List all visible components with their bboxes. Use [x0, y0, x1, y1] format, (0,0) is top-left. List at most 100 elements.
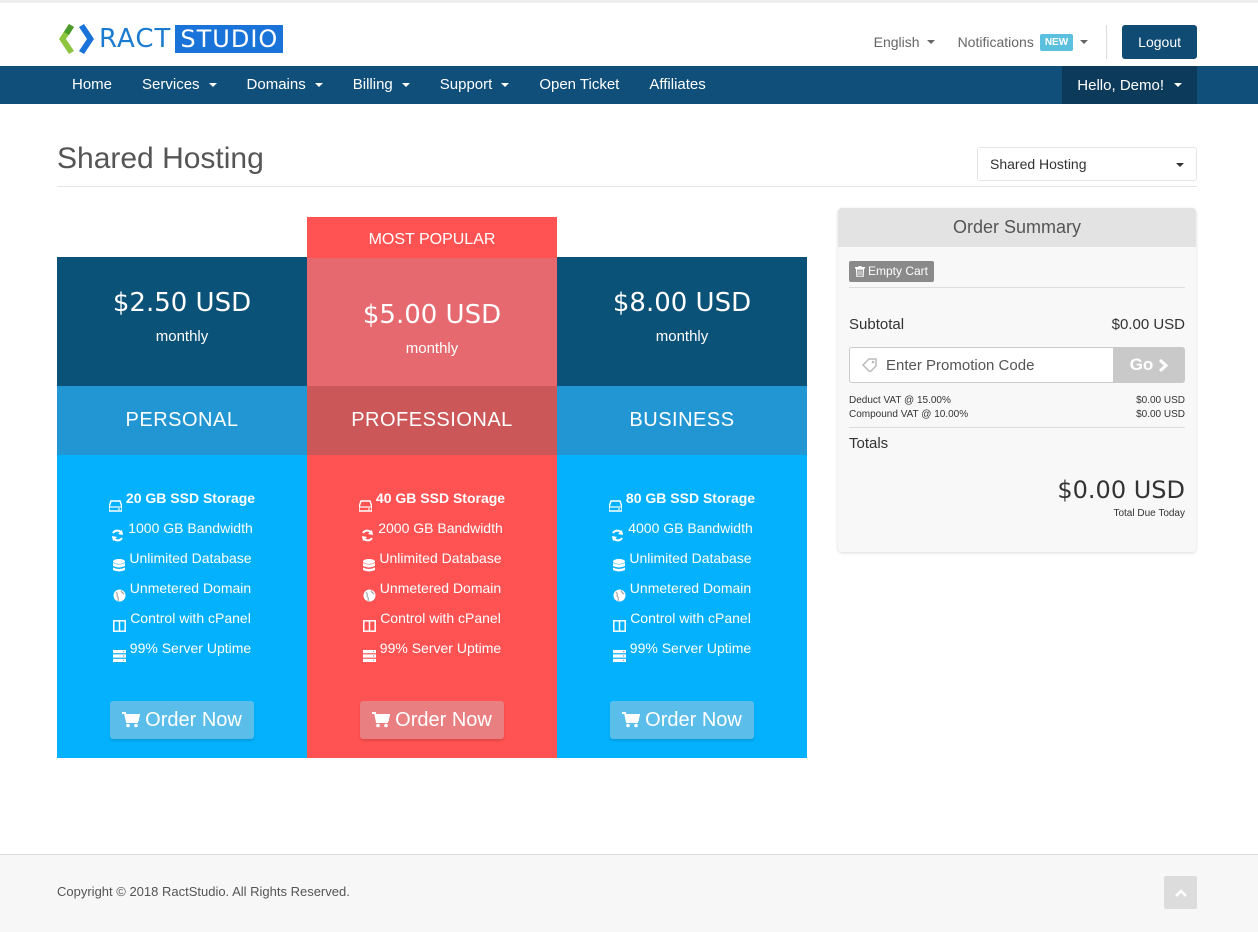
promo-code-input[interactable]: Enter Promotion Code: [849, 347, 1113, 383]
tag-icon: [862, 358, 877, 372]
plan-feature: Unlimited Database: [57, 543, 307, 573]
plan-price-area: $2.50 USD monthly: [57, 288, 307, 345]
category-select-value: Shared Hosting: [990, 156, 1087, 172]
plan-feature: 4000 GB Bandwidth: [557, 513, 807, 543]
tax-row: Deduct VAT @ 15.00% $0.00 USD: [849, 395, 1185, 406]
order-now-button[interactable]: Order Now: [360, 701, 504, 739]
plan-features-panel: 40 GB SSD Storage 2000 GB Bandwidth Unli…: [307, 455, 557, 758]
plan-feature-text: 20 GB SSD Storage: [125, 490, 256, 506]
chevron-down-icon: [314, 83, 323, 87]
chevron-down-icon: [1174, 83, 1182, 87]
plan-feature-text: 1000 GB Bandwidth: [128, 520, 253, 536]
nav-menu: Home Services Domains Billing Support Open Ti…: [57, 66, 721, 104]
plan-price: $8.00 USD: [612, 288, 752, 318]
plan-feature: Unlimited Database: [557, 543, 807, 573]
plan-feature-text: 80 GB SSD Storage: [625, 490, 756, 506]
plan-feature: 80 GB SSD Storage: [557, 483, 807, 513]
database-icon: [362, 552, 375, 571]
plan-feature-text: Control with cPanel: [630, 610, 751, 626]
nav-item-domains[interactable]: Domains: [232, 66, 338, 104]
nav-item-home[interactable]: Home: [57, 66, 127, 104]
chevron-up-icon: [1174, 888, 1187, 897]
notifications-dropdown[interactable]: Notifications NEW: [957, 33, 1089, 51]
nav-item-services[interactable]: Services: [127, 66, 232, 104]
promo-code-placeholder: Enter Promotion Code: [886, 356, 1035, 374]
plan-feature: Unmetered Domain: [557, 573, 807, 603]
header-actions: English Notifications NEW Logout: [874, 25, 1197, 59]
logo-text-studio: STUDIO: [175, 25, 284, 53]
order-now-label: Order Now: [395, 708, 492, 731]
nav-item-billing[interactable]: Billing: [338, 66, 425, 104]
brand-logo[interactable]: RACT STUDIO: [57, 22, 284, 56]
plan-feature-text: Unlimited Database: [379, 550, 502, 566]
nav-item-label: Affiliates: [649, 76, 706, 93]
plan-feature: 99% Server Uptime: [57, 633, 307, 663]
empty-cart-button[interactable]: Empty Cart: [849, 261, 935, 282]
header-divider: [1106, 25, 1108, 59]
total-due-label: Total Due Today: [1113, 508, 1185, 519]
most-popular-banner: MOST POPULAR: [307, 217, 557, 258]
plan-billing-cycle: monthly: [155, 328, 209, 345]
chevron-down-icon: [501, 83, 510, 87]
plan-feature: Unmetered Domain: [307, 573, 557, 603]
back-to-top-button[interactable]: [1164, 876, 1197, 909]
summary-divider: [849, 287, 1185, 288]
tax-value: $0.00 USD: [1136, 395, 1185, 406]
nav-item-label: Billing: [352, 76, 393, 93]
page-title: Shared Hosting: [57, 142, 264, 175]
subtotal-label: Subtotal: [849, 316, 905, 333]
nav-item-affiliates[interactable]: Affiliates: [634, 66, 720, 104]
promo-code-group: Enter Promotion Code Go: [849, 347, 1185, 383]
order-now-label: Order Now: [145, 708, 242, 731]
plan-feature: Control with cPanel: [557, 603, 807, 633]
user-menu[interactable]: Hello, Demo!: [1062, 66, 1197, 104]
order-now-button[interactable]: Order Now: [110, 701, 254, 739]
plan-name: BUSINESS: [557, 386, 807, 455]
plan-feature-text: 99% Server Uptime: [129, 640, 252, 656]
tax-row: Compound VAT @ 10.00% $0.00 USD: [849, 409, 1185, 420]
notifications-label: Notifications: [957, 34, 1034, 50]
order-now-label: Order Now: [645, 708, 742, 731]
plan-feature-text: 40 GB SSD Storage: [375, 490, 506, 506]
nav-item-label: Services: [142, 76, 200, 93]
order-now-button[interactable]: Order Now: [610, 701, 754, 739]
order-summary: Order Summary Empty Cart Subtotal $0.00 …: [838, 208, 1196, 552]
server-icon: [112, 642, 126, 662]
category-select[interactable]: Shared Hosting: [977, 147, 1197, 181]
language-dropdown[interactable]: English: [874, 34, 935, 50]
plan-feature-text: Control with cPanel: [380, 610, 501, 626]
chevron-right-icon: [1159, 358, 1169, 372]
order-summary-title: Order Summary: [838, 208, 1196, 247]
logo-mark-icon: [57, 22, 95, 56]
plan-features-panel: 20 GB SSD Storage 1000 GB Bandwidth Unli…: [57, 455, 307, 758]
tax-label: Deduct VAT @ 15.00%: [849, 395, 951, 406]
logout-button[interactable]: Logout: [1122, 25, 1197, 59]
columns-icon: [363, 612, 377, 632]
nav-item-open-ticket[interactable]: Open Ticket: [524, 66, 634, 104]
nav-item-label: Domains: [246, 76, 306, 93]
refresh-icon: [361, 522, 374, 541]
plan-price-box: $8.00 USD monthly: [557, 257, 807, 386]
plan-feature-list: 80 GB SSD Storage 4000 GB Bandwidth Unli…: [557, 483, 807, 663]
cart-icon: [122, 712, 141, 728]
hdd-icon: [108, 492, 123, 512]
logo-text-ract: RACT: [99, 24, 172, 54]
plan-feature: 2000 GB Bandwidth: [307, 513, 557, 543]
plan-feature-text: Unmetered Domain: [379, 580, 502, 596]
cart-icon: [622, 712, 641, 728]
summary-divider: [849, 427, 1185, 428]
plan-price-area: $5.00 USD monthly: [307, 300, 557, 357]
plan-feature-text: 2000 GB Bandwidth: [378, 520, 503, 536]
plan-feature: 20 GB SSD Storage: [57, 483, 307, 513]
totals-label: Totals: [849, 435, 889, 452]
empty-cart-label: Empty Cart: [868, 264, 929, 278]
hdd-icon: [358, 492, 373, 512]
chevron-down-icon: [926, 40, 935, 44]
cart-icon: [372, 712, 391, 728]
promo-go-button[interactable]: Go: [1113, 347, 1185, 383]
language-label: English: [873, 34, 920, 50]
nav-item-support[interactable]: Support: [425, 66, 525, 104]
globe-icon: [113, 582, 126, 601]
plan-feature: 99% Server Uptime: [307, 633, 557, 663]
chevron-down-icon: [401, 83, 410, 87]
